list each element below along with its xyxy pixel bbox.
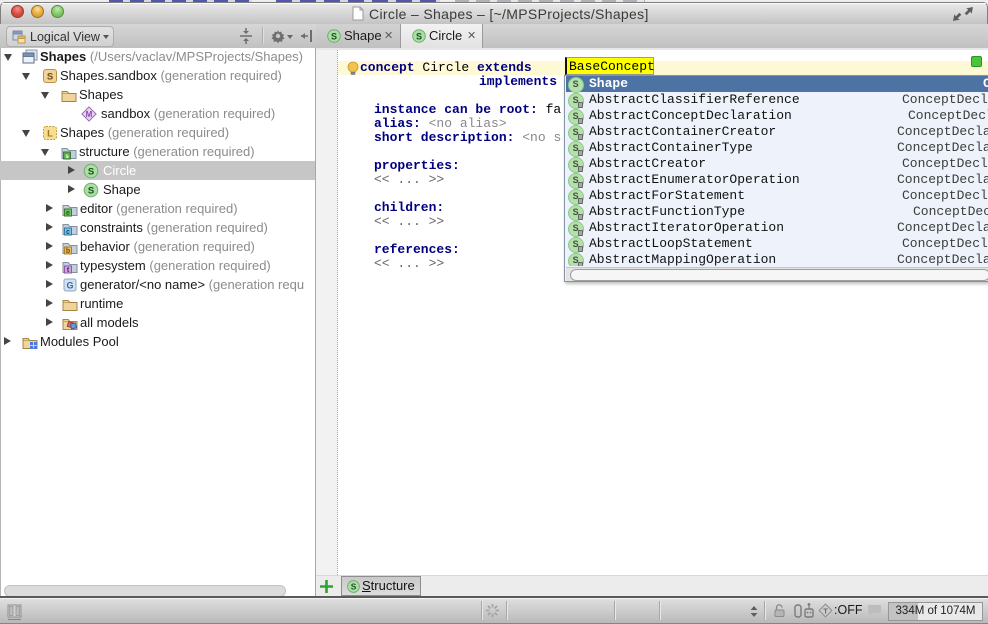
svg-text:S: S — [416, 31, 422, 41]
svg-text:s: s — [65, 153, 69, 160]
svg-text:L: L — [47, 129, 53, 140]
svg-text:G: G — [66, 281, 73, 291]
svg-text:S: S — [351, 581, 357, 591]
svg-text:b: b — [66, 248, 70, 255]
svg-text:T: T — [823, 607, 828, 616]
svg-text:e: e — [66, 210, 70, 217]
svg-text:S: S — [47, 72, 53, 83]
svg-text:c: c — [66, 229, 70, 236]
svg-text:M: M — [86, 110, 93, 119]
svg-text:S: S — [331, 31, 337, 41]
